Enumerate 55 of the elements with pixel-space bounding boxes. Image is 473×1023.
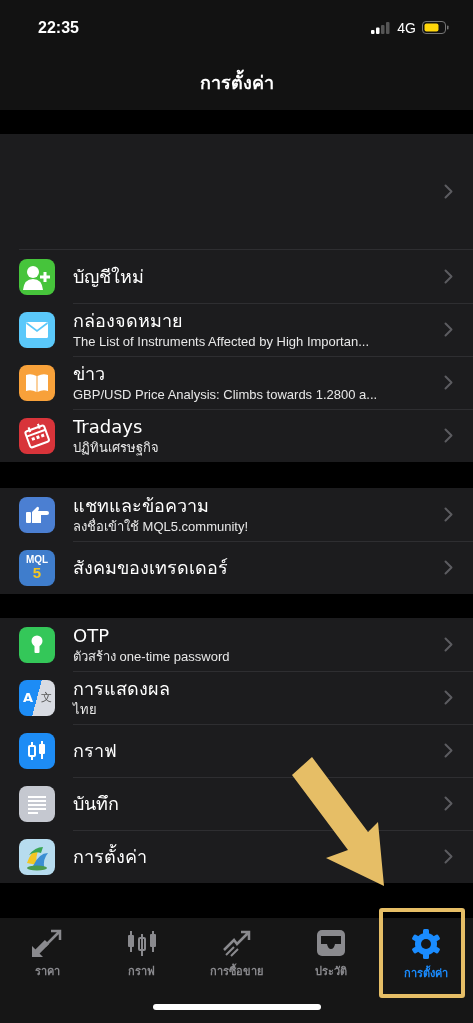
chevron-icon bbox=[444, 849, 453, 864]
chevron-icon bbox=[444, 507, 453, 522]
signal-icon bbox=[371, 21, 392, 34]
row-title: สังคมของเทรดเดอร์ bbox=[73, 555, 229, 580]
row-title: Tradays bbox=[73, 415, 144, 439]
chevron-icon bbox=[444, 743, 453, 758]
row-subtitle: ไทย bbox=[73, 701, 98, 718]
page-title: การตั้งค่า bbox=[199, 68, 274, 97]
chevron-icon bbox=[444, 269, 453, 284]
row-title: ข่าว bbox=[73, 362, 106, 386]
chevron-icon bbox=[444, 322, 453, 337]
menu-row[interactable]: OTP ตัวสร้าง one-time password bbox=[0, 618, 473, 671]
diagonal-arrows-icon bbox=[31, 928, 64, 958]
row-title: การแสดงผล bbox=[73, 677, 171, 701]
candlestick-icon bbox=[125, 928, 158, 958]
row-subtitle: ตัวสร้าง one-time password bbox=[73, 648, 231, 665]
chevron-icon bbox=[444, 690, 453, 705]
settings-icon bbox=[409, 928, 442, 960]
menu-row[interactable]: A 文 การแสดงผล ไทย bbox=[0, 671, 473, 724]
row-subtitle: The List of Instruments Affected by High Importan... bbox=[73, 333, 371, 350]
menu-row[interactable]: กราฟ bbox=[0, 724, 473, 777]
chevron-icon bbox=[444, 428, 453, 443]
menu-row[interactable]: กล่องจดหมาย The List of Instruments Affected by High Importan... bbox=[0, 303, 473, 356]
status-time: 22:35 bbox=[38, 18, 79, 37]
row-title: บันทึก bbox=[73, 791, 120, 816]
chevron-icon bbox=[444, 637, 453, 652]
mql-logo: MQL 5 bbox=[25, 555, 49, 580]
menu-row[interactable]: Tradays ปฏิทินเศรษฐกิจ bbox=[0, 409, 473, 462]
row-title: กราฟ bbox=[73, 738, 118, 763]
row-subtitle: ปฏิทินเศรษฐกิจ bbox=[73, 439, 160, 456]
tab[interactable]: ประวัติ bbox=[283, 928, 379, 982]
chevron-icon bbox=[444, 560, 453, 575]
row-title: บัญชีใหม่ bbox=[73, 264, 145, 289]
chevron-icon bbox=[444, 375, 453, 390]
menu-row[interactable]: MQL 5 สังคมของเทรดเดอร์ bbox=[0, 541, 473, 594]
menu-row[interactable]: การตั้งค่า bbox=[0, 830, 473, 883]
row-title: การตั้งค่า bbox=[73, 844, 148, 869]
network-label: 4G bbox=[397, 19, 416, 36]
row-title: กล่องจดหมาย bbox=[73, 309, 184, 333]
menu-row[interactable]: บัญชีใหม่ bbox=[0, 250, 473, 303]
tab[interactable]: การซื้อขาย bbox=[189, 928, 284, 982]
menu-row[interactable]: ข่าว GBP/USD Price Analysis: Climbs towards 1.2800 a... bbox=[0, 356, 473, 409]
tab[interactable]: กราฟ bbox=[94, 928, 190, 982]
row-subtitle: GBP/USD Price Analysis: Climbs towards 1.2800 a... bbox=[73, 386, 379, 403]
row-subtitle: ลงชื่อเข้าใช้ MQL5.community! bbox=[73, 518, 250, 535]
battery-icon bbox=[422, 21, 449, 34]
row-title: OTP bbox=[73, 624, 111, 648]
chevron-icon bbox=[444, 796, 453, 811]
tab[interactable]: ราคา bbox=[0, 928, 95, 982]
row-title: แชทและข้อความ bbox=[73, 494, 210, 518]
tab[interactable]: การตั้งค่า bbox=[378, 928, 473, 982]
inbox-tray-icon bbox=[315, 928, 348, 958]
menu-row[interactable]: แชทและข้อความ ลงชื่อเข้าใช้ MQL5.community! bbox=[0, 488, 473, 541]
chevron-icon bbox=[444, 184, 453, 199]
menu-row[interactable]: บันทึก bbox=[0, 777, 473, 830]
